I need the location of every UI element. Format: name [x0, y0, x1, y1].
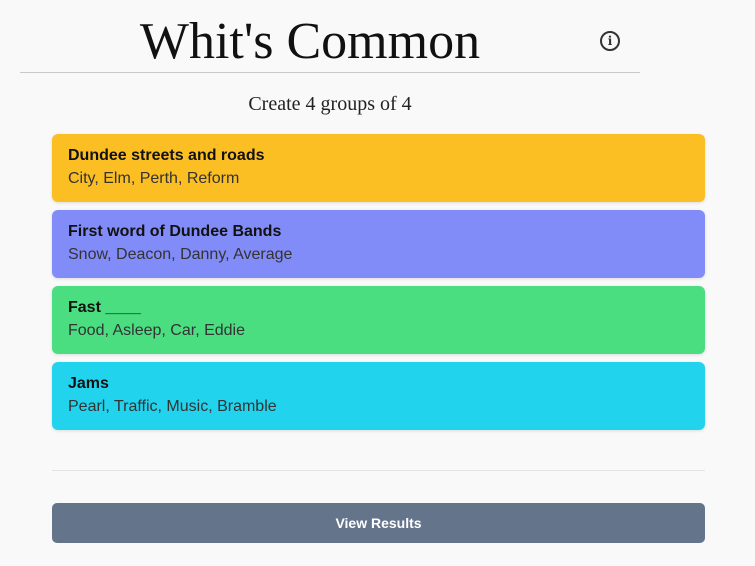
- solved-group: First word of Dundee Bands Snow, Deacon,…: [52, 210, 705, 278]
- solved-group: Jams Pearl, Traffic, Music, Bramble: [52, 362, 705, 430]
- instructions-text: Create 4 groups of 4: [248, 93, 412, 115]
- group-category-title: Dundee streets and roads: [68, 147, 265, 164]
- group-members-text: Pearl, Traffic, Music, Bramble: [68, 398, 277, 415]
- info-icon[interactable]: i: [600, 31, 620, 51]
- group-members-text: Snow, Deacon, Danny, Average: [68, 246, 293, 263]
- page-title: Whit's Common: [139, 13, 481, 70]
- group-category-title: Fast ____: [68, 299, 141, 316]
- solved-group: Dundee streets and roads City, Elm, Pert…: [52, 134, 705, 202]
- solved-groups-list: Dundee streets and roads City, Elm, Pert…: [52, 134, 705, 438]
- solved-group: Fast ____ Food, Asleep, Car, Eddie: [52, 286, 705, 354]
- group-category-title: First word of Dundee Bands: [68, 223, 282, 240]
- group-category-title: Jams: [68, 375, 109, 392]
- title-divider: [20, 72, 640, 73]
- view-results-button[interactable]: View Results: [52, 503, 705, 543]
- group-members-text: City, Elm, Perth, Reform: [68, 170, 240, 187]
- section-divider: [52, 470, 705, 471]
- group-members-text: Food, Asleep, Car, Eddie: [68, 322, 245, 339]
